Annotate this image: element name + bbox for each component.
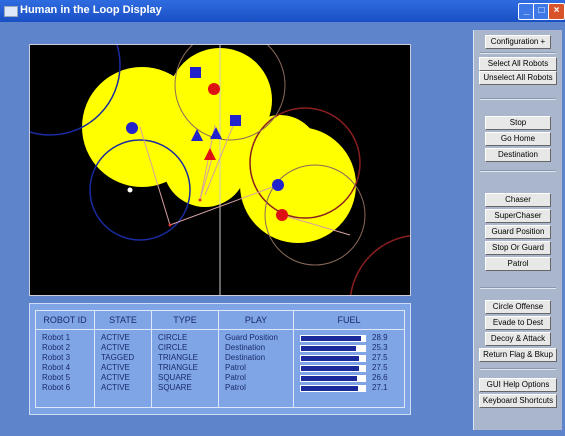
robot-id-column: ROBOT ID Robot 1 Robot 2 Robot 3 Robot 4… — [35, 310, 95, 408]
play-cell: Destination — [225, 353, 266, 362]
go-home-button[interactable]: Go Home — [485, 132, 551, 146]
fuel-bar-empty — [357, 376, 365, 381]
type-cell: TRIANGLE — [158, 363, 199, 372]
robot-square-marker[interactable] — [230, 115, 241, 126]
state-cell: ACTIVE — [101, 363, 130, 372]
window-title: Human in the Loop Display — [20, 4, 162, 16]
fuel-bar — [300, 385, 366, 392]
fuel-bar — [300, 335, 366, 342]
fuel-bar-empty — [359, 356, 365, 361]
robot-id-cell: Robot 1 — [42, 333, 71, 342]
evade-to-dest-button[interactable]: Evade to Dest — [485, 316, 551, 330]
state-cell: ACTIVE — [101, 373, 130, 382]
patrol-button[interactable]: Patrol — [485, 257, 551, 271]
fuel-value: 27.1 — [372, 383, 388, 392]
robot-id-header: ROBOT ID — [36, 311, 94, 330]
fuel-value: 26.6 — [372, 373, 388, 382]
fuel-bar-empty — [358, 386, 365, 391]
close-icon[interactable]: × — [548, 3, 565, 20]
fuel-bar — [300, 365, 366, 372]
divider — [480, 52, 556, 54]
configuration-button[interactable]: Configuration + — [485, 35, 551, 49]
destination-button[interactable]: Destination — [485, 148, 551, 162]
guard-position-button[interactable]: Guard Position — [485, 225, 551, 239]
play-column: PLAY Guard Position Destination Destinat… — [218, 310, 294, 408]
fuel-bar — [300, 355, 366, 362]
stop-button[interactable]: Stop — [485, 116, 551, 130]
fuel-column: FUEL 28.9 25.3 27.5 27.5 26.6 27.1 — [293, 310, 405, 408]
fuel-value: 27.5 — [372, 363, 388, 372]
type-cell: TRIANGLE — [158, 353, 199, 362]
command-sidebar: Configuration + Select All Robots Unsele… — [473, 30, 562, 430]
robot-id-cell: Robot 6 — [42, 383, 71, 392]
type-cell: SQUARE — [158, 383, 192, 392]
type-header: TYPE — [152, 311, 218, 330]
state-header: STATE — [95, 311, 151, 330]
divider — [480, 287, 556, 289]
flag-marker — [127, 187, 133, 193]
robot-circle-marker[interactable] — [272, 179, 284, 191]
return-flag-backup-button[interactable]: Return Flag & Bkup — [479, 348, 557, 362]
fuel-header: FUEL — [294, 311, 404, 330]
arena-canvas[interactable] — [30, 45, 410, 295]
fuel-bar-empty — [356, 346, 365, 351]
fuel-bar — [300, 345, 366, 352]
state-cell: ACTIVE — [101, 343, 130, 352]
enemy-marker[interactable] — [208, 83, 220, 95]
state-cell: ACTIVE — [101, 383, 130, 392]
fuel-value: 25.3 — [372, 343, 388, 352]
robot-circle-marker[interactable] — [126, 122, 138, 134]
decoy-attack-button[interactable]: Decoy & Attack — [485, 332, 551, 346]
state-column: STATE ACTIVE ACTIVE TAGGED ACTIVE ACTIVE… — [94, 310, 152, 408]
robot-id-cell: Robot 3 — [42, 353, 71, 362]
robot-id-cell: Robot 4 — [42, 363, 71, 372]
state-cell: TAGGED — [101, 353, 135, 362]
fuel-bar-empty — [359, 366, 365, 371]
stop-or-guard-button[interactable]: Stop Or Guard — [485, 241, 551, 255]
fuel-value: 27.5 — [372, 353, 388, 362]
play-header: PLAY — [219, 311, 293, 330]
divider — [480, 98, 556, 100]
type-cell: SQUARE — [158, 373, 192, 382]
select-all-robots-button[interactable]: Select All Robots — [479, 57, 557, 71]
fuel-value: 28.9 — [372, 333, 388, 342]
superchaser-button[interactable]: SuperChaser — [485, 209, 551, 223]
state-cell: ACTIVE — [101, 333, 130, 342]
play-cell: Destination — [225, 343, 266, 352]
robot-id-cell: Robot 2 — [42, 343, 71, 352]
keyboard-shortcuts-button[interactable]: Keyboard Shortcuts — [479, 394, 557, 408]
play-cell: Patrol — [225, 383, 246, 392]
waypoint-marker — [168, 223, 172, 227]
type-cell: CIRCLE — [158, 343, 188, 352]
app-window: Human in the Loop Display _ □ × ROBOT ID… — [0, 0, 565, 436]
play-cell: Patrol — [225, 363, 246, 372]
robot-status-table: ROBOT ID Robot 1 Robot 2 Robot 3 Robot 4… — [29, 303, 411, 415]
range-ring — [349, 234, 410, 295]
type-cell: CIRCLE — [158, 333, 188, 342]
unselect-all-robots-button[interactable]: Unselect All Robots — [479, 71, 557, 85]
robot-square-marker[interactable] — [190, 67, 201, 78]
fuel-bar-empty — [361, 336, 365, 341]
circle-offense-button[interactable]: Circle Offense — [485, 300, 551, 314]
chaser-button[interactable]: Chaser — [485, 193, 551, 207]
arena-map[interactable] — [29, 44, 411, 296]
fuel-bar — [300, 375, 366, 382]
gui-help-options-button[interactable]: GUI Help Options — [479, 378, 557, 392]
play-cell: Patrol — [225, 373, 246, 382]
waypoint-marker — [198, 198, 202, 202]
play-cell: Guard Position — [225, 333, 278, 342]
enemy-marker[interactable] — [276, 209, 288, 221]
window-icon — [4, 6, 18, 17]
type-column: TYPE CIRCLE CIRCLE TRIANGLE TRIANGLE SQU… — [151, 310, 219, 408]
title-bar: Human in the Loop Display _ □ × — [0, 0, 565, 22]
divider — [480, 368, 556, 370]
divider — [480, 170, 556, 172]
robot-id-cell: Robot 5 — [42, 373, 71, 382]
